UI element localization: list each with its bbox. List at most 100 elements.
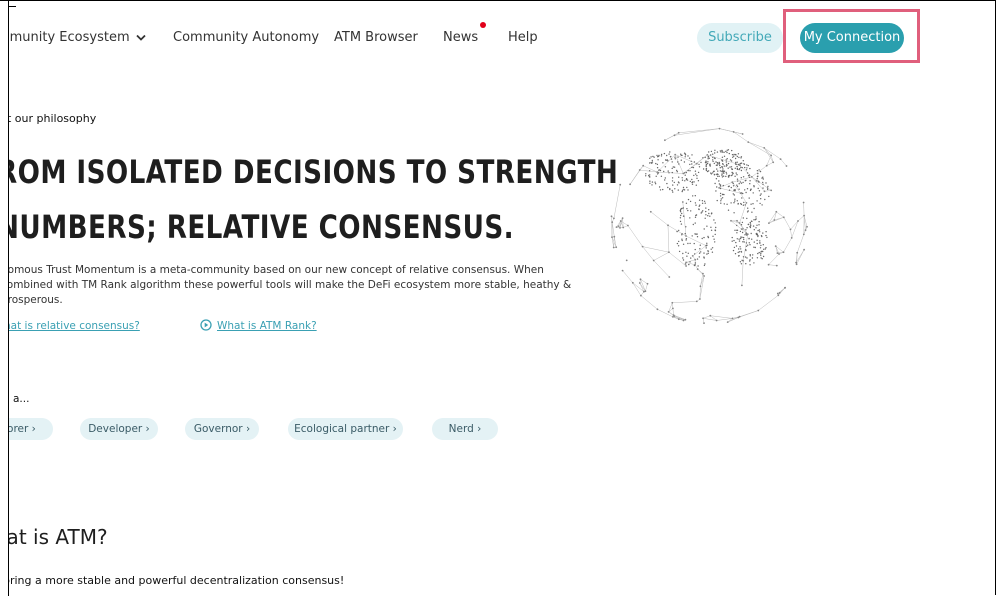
globe-land-dot <box>737 202 739 205</box>
globe-land-dot <box>738 248 740 250</box>
globe-land-dot <box>748 176 751 178</box>
role-explorer-button[interactable]: lorer › <box>9 418 53 440</box>
globe-land-dot <box>645 173 647 175</box>
globe-land-dot <box>749 221 751 224</box>
globe-land-dot <box>755 216 757 218</box>
globe-land-dot <box>733 239 735 242</box>
role-governor-button[interactable]: Governor › <box>185 418 259 440</box>
globe-land-dot <box>712 170 715 173</box>
globe-land-dot <box>734 229 736 231</box>
globe-node <box>611 221 614 224</box>
globe-land-dot <box>689 217 691 219</box>
globe-land-dot <box>687 189 689 191</box>
globe-land-dot <box>678 229 680 232</box>
globe-line <box>764 190 772 192</box>
globe-land-dot <box>733 189 736 192</box>
globe-land-dot <box>756 239 758 241</box>
globe-land-dot <box>725 150 727 153</box>
globe-land-dot <box>687 155 689 157</box>
globe-land-dot <box>725 171 727 174</box>
globe-land-dot <box>734 167 736 169</box>
globe-land-dot <box>693 264 696 267</box>
globe-land-dot <box>739 164 741 167</box>
globe-land-dot <box>722 168 724 170</box>
globe-land-dot <box>745 245 748 247</box>
globe-node <box>763 147 766 149</box>
nav-community-autonomy[interactable]: Community Autonomy <box>173 30 319 45</box>
globe-land-dot <box>710 248 712 250</box>
globe-land-dot <box>746 164 748 166</box>
globe-land-dot <box>753 229 755 231</box>
globe-land-dot <box>702 210 704 212</box>
globe-land-dot <box>706 242 708 244</box>
globe-land-dot <box>678 250 681 253</box>
globe-land-dot <box>712 160 714 163</box>
globe-node <box>750 176 753 178</box>
play-circle-icon[interactable] <box>200 319 212 331</box>
globe-land-dot <box>757 172 759 175</box>
relative-consensus-link[interactable]: hat is relative consensus? <box>9 320 140 332</box>
globe-land-dot <box>757 234 759 237</box>
globe-land-dot <box>760 193 762 195</box>
nav-community-ecosystem[interactable]: ımunity Ecosystem <box>9 30 146 45</box>
globe-land-dot <box>743 238 745 241</box>
globe-land-dot <box>686 186 688 189</box>
globe-land-dot <box>744 180 746 182</box>
globe-land-dot <box>677 245 680 247</box>
globe-land-dot <box>650 156 652 158</box>
headline-line-1: ROM ISOLATED DECISIONS TO STRENGTH <box>9 153 619 191</box>
globe-land-dot <box>710 172 712 174</box>
globe-land-dot <box>748 174 751 176</box>
globe-land-dot <box>738 168 740 171</box>
globe-line <box>697 269 705 277</box>
globe-node <box>694 258 697 261</box>
globe-land-dot <box>749 264 751 266</box>
globe-land-dot <box>746 172 749 174</box>
subscribe-button[interactable]: Subscribe <box>697 23 783 53</box>
globe-land-dot <box>698 208 700 210</box>
globe-land-dot <box>665 159 667 161</box>
globe-line <box>664 132 679 141</box>
globe-land-dot <box>744 256 747 258</box>
globe-land-dot <box>734 175 736 177</box>
globe-land-dot <box>649 180 651 182</box>
globe-land-dot <box>685 171 687 174</box>
globe-land-dot <box>712 235 714 237</box>
role-nerd-button[interactable]: Nerd › <box>432 418 498 440</box>
globe-land-dot <box>747 207 749 209</box>
globe-line <box>751 165 767 178</box>
globe-land-dot <box>673 166 676 168</box>
globe-land-dot <box>740 202 742 205</box>
globe-land-dot <box>764 198 766 201</box>
globe-land-dot <box>691 183 694 185</box>
globe-land-dot <box>735 172 737 174</box>
role-ecological-partner-button[interactable]: Ecological partner › <box>288 418 403 440</box>
globe-land-dot <box>765 247 767 249</box>
globe-land-dot <box>767 188 769 191</box>
globe-land-dot <box>758 221 760 223</box>
globe-land-dot <box>688 263 690 266</box>
globe-land-dot <box>735 163 737 166</box>
nav-news[interactable]: News <box>443 22 487 45</box>
globe-land-dot <box>731 240 733 242</box>
globe-node <box>656 308 659 311</box>
globe-land-dot <box>754 246 756 249</box>
globe-land-dot <box>732 156 734 158</box>
globe-node <box>784 286 786 289</box>
globe-land-dot <box>649 157 651 159</box>
globe-land-dot <box>663 152 666 155</box>
globe-land-dot <box>715 226 717 229</box>
nav-help[interactable]: Help <box>508 30 538 45</box>
globe-land-dot <box>764 248 766 250</box>
my-connection-button[interactable]: My Connection <box>800 23 904 53</box>
globe-line <box>629 169 640 185</box>
role-developer-button[interactable]: Developer › <box>80 418 158 440</box>
nav-atm-browser[interactable]: ATM Browser <box>334 30 418 45</box>
globe-node <box>699 298 701 300</box>
globe-land-dot <box>762 181 764 184</box>
globe-land-dot <box>728 185 730 187</box>
atm-rank-link[interactable]: What is ATM Rank? <box>217 320 317 332</box>
globe-land-dot <box>654 183 657 185</box>
globe-node <box>684 318 687 321</box>
globe-land-dot <box>727 209 730 211</box>
